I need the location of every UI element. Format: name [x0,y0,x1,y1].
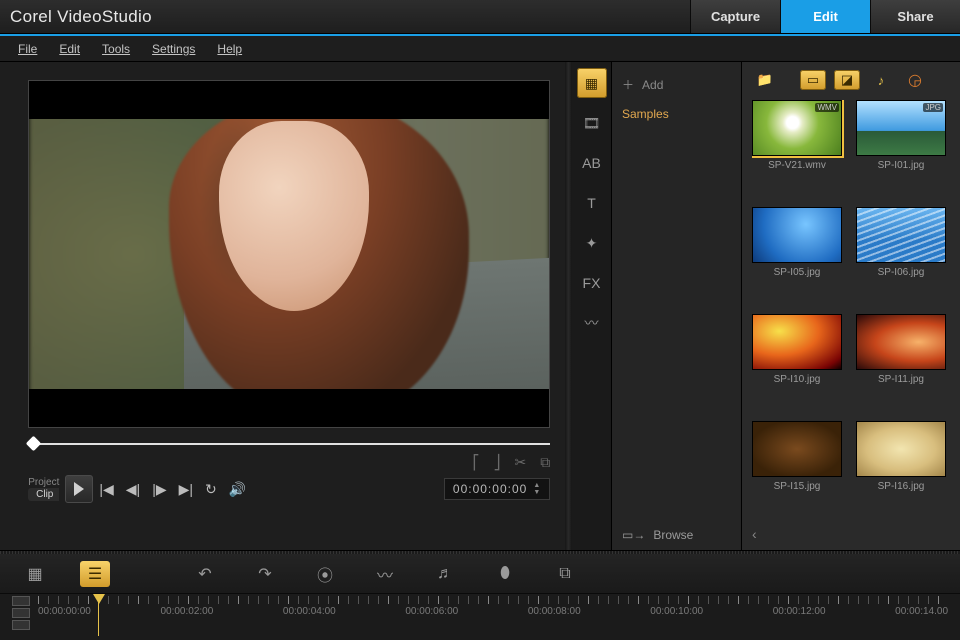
menu-file[interactable]: File [18,42,37,56]
storyboard-view-button[interactable]: ▦ [20,561,50,587]
playback-mode[interactable]: Project Clip [28,477,59,501]
library-item[interactable]: SP-I16.jpg [856,421,946,520]
track-selector[interactable] [12,596,30,630]
preview-monitor[interactable] [28,80,550,428]
library-category-bar: ▦ 🎞 AB T ✦ FX 〰 [572,62,612,550]
filter-audio-button[interactable]: ♪ [868,70,894,90]
scrub-head[interactable] [26,436,42,452]
folder-samples[interactable]: Samples [622,107,731,121]
next-frame-button[interactable]: |▶ [152,481,166,498]
timeline-playhead[interactable] [98,596,99,636]
panel-divider[interactable] [565,62,572,550]
clip-tools: ⎡ ⎦ ✂ ⧉ [28,454,550,471]
plus-icon: ＋ [622,76,634,93]
thumbnail-grid: WMVSP-V21.wmv JPGSP-I01.jpg SP-I05.jpg S… [752,100,950,520]
filter-fx-button[interactable]: FX [577,268,607,298]
timeline-view-button[interactable]: ☰ [80,561,110,587]
menu-tools[interactable]: Tools [102,42,130,56]
menu-bar: File Edit Tools Settings Help [0,36,960,62]
add-folder-button[interactable]: ＋ Add [622,76,731,93]
graphic-button[interactable]: ✦ [577,228,607,258]
go-end-button[interactable]: ▶| [179,481,193,498]
scrub-bar[interactable] [28,436,550,448]
filter-motion-button[interactable]: ◶ [902,70,928,90]
mark-in-icon[interactable]: ⎡ [473,454,480,471]
filter-video-button[interactable]: ▭ [800,70,826,90]
library-item[interactable]: WMVSP-V21.wmv [752,100,842,199]
library-tree: ＋ Add Samples ▭→ Browse [612,62,742,550]
browse-button[interactable]: ▭→ Browse [622,520,731,542]
track-manager-button[interactable]: ⬮ [490,561,520,587]
library-item[interactable]: JPGSP-I01.jpg [856,100,946,199]
tab-edit[interactable]: Edit [780,0,870,33]
app-title: Corel VideoStudio [10,7,152,27]
title-button[interactable]: T [577,188,607,218]
play-button[interactable] [65,475,93,503]
filter-photo-button[interactable]: ◪ [834,70,860,90]
tab-capture[interactable]: Capture [690,0,780,33]
workspace: ⎡ ⎦ ✂ ⧉ Project Clip |◀ ◀| |▶ ▶| ↻ 🔊 00:… [0,62,960,550]
library-item[interactable]: SP-I11.jpg [856,314,946,413]
preview-image [29,81,549,427]
repeat-button[interactable]: ↻ [205,481,217,498]
path-button[interactable]: 〰 [577,308,607,338]
title-bar: Corel VideoStudio Capture Edit Share [0,0,960,34]
timecode-field[interactable]: 00:00:00:00 ▲▼ [444,478,550,500]
transport-bar: Project Clip |◀ ◀| |▶ ▶| ↻ 🔊 00:00:00:00… [28,475,550,503]
library-filters: 📁 ▭ ◪ ♪ ◶ [752,70,950,90]
library-item[interactable]: SP-I05.jpg [752,207,842,306]
tab-share[interactable]: Share [870,0,960,33]
library-panel: ▦ 🎞 AB T ✦ FX 〰 ＋ Add Samples ▭→ Browse … [572,62,960,550]
timeline-ruler[interactable]: 00:00:00:0000:00:02:0000:00:04:0000:00:0… [0,594,960,636]
media-category-button[interactable]: ▦ [577,68,607,98]
instant-project-button[interactable]: 🎞 [577,108,607,138]
menu-settings[interactable]: Settings [152,42,195,56]
timeline-toolbar: ▦ ☰ ↶ ↷ ⦿ 〰 ♬ ⬮ ⧉ [0,554,960,594]
cut-icon[interactable]: ✂ [515,454,527,471]
library-item[interactable]: SP-I10.jpg [752,314,842,413]
library-item[interactable]: SP-I15.jpg [752,421,842,520]
undo-button[interactable]: ↶ [190,561,220,587]
preview-panel: ⎡ ⎦ ✂ ⧉ Project Clip |◀ ◀| |▶ ▶| ↻ 🔊 00:… [0,62,565,550]
chapter-button[interactable]: ⧉ [550,561,580,587]
prev-frame-button[interactable]: ◀| [126,481,140,498]
expand-icon[interactable]: ⧉ [540,454,550,471]
menu-help[interactable]: Help [217,42,242,56]
library-content: 📁 ▭ ◪ ♪ ◶ WMVSP-V21.wmv JPGSP-I01.jpg SP… [742,62,960,550]
auto-music-button[interactable]: ♬ [430,561,460,587]
transition-button[interactable]: AB [577,148,607,178]
import-folder-button[interactable]: 📁 [752,70,778,90]
mark-out-icon[interactable]: ⎦ [494,454,501,471]
library-item[interactable]: SP-I06.jpg [856,207,946,306]
record-button[interactable]: ⦿ [310,561,340,587]
browse-icon: ▭→ [622,528,645,542]
menu-edit[interactable]: Edit [59,42,80,56]
timeline-panel: ▦ ☰ ↶ ↷ ⦿ 〰 ♬ ⬮ ⧉ 00:00:00:0000:00:02:00… [0,550,960,640]
workflow-tabs: Capture Edit Share [690,0,960,33]
ruler-labels: 00:00:00:0000:00:02:0000:00:04:0000:00:0… [38,606,948,617]
redo-button[interactable]: ↷ [250,561,280,587]
go-start-button[interactable]: |◀ [99,481,113,498]
scroll-left-button[interactable]: ‹ [752,520,950,542]
volume-button[interactable]: 🔊 [229,481,246,498]
audio-mixer-button[interactable]: 〰 [370,561,400,587]
